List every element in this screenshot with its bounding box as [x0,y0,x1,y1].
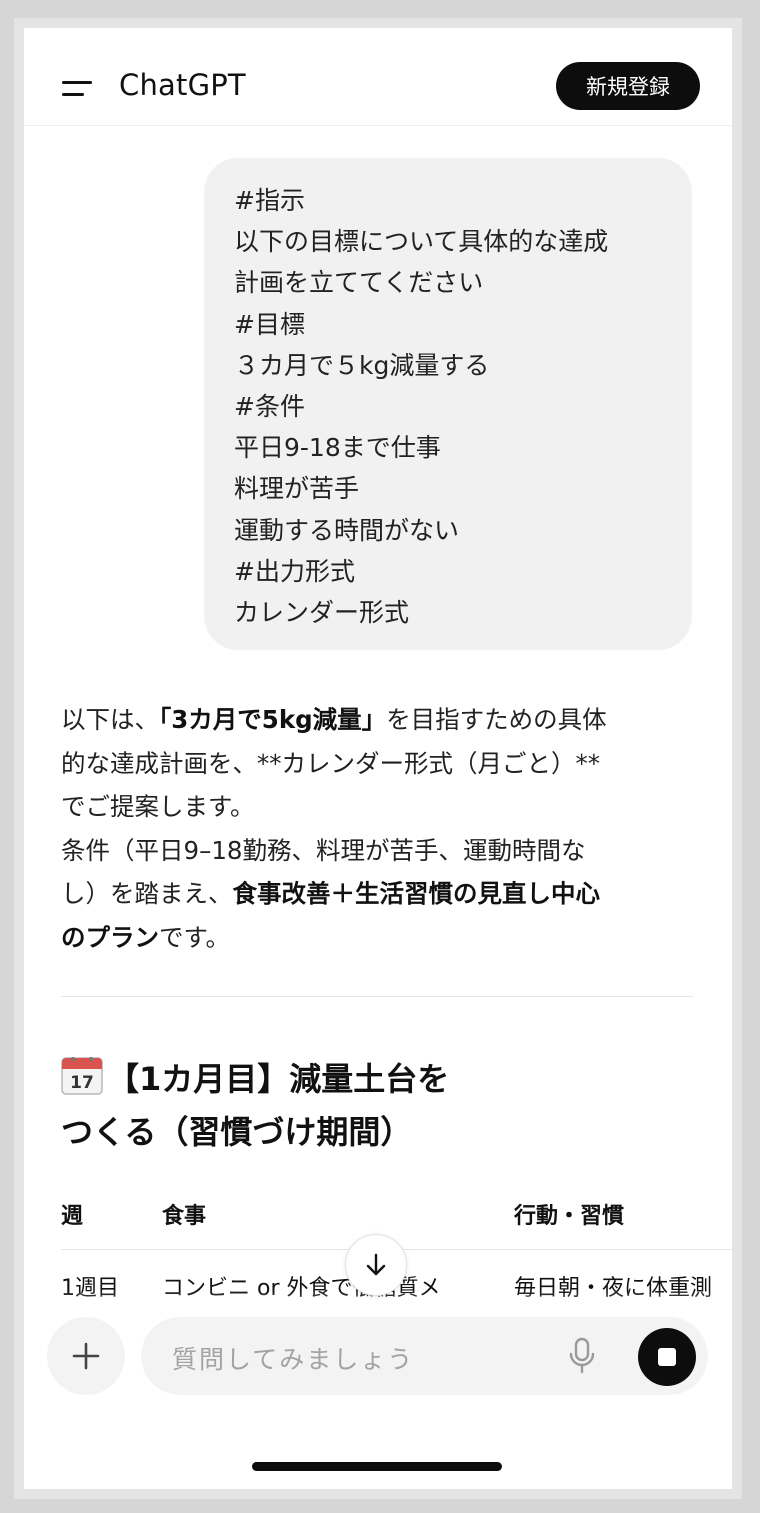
stop-icon [658,1348,676,1366]
app-title[interactable]: ChatGPT [119,68,246,102]
column-header-meal: 食事 [162,1204,207,1229]
message-input-placeholder[interactable]: 質問してみましょう [172,1340,414,1376]
response-bold-plan: 食事改善＋生活習慣の見直し中心 [232,879,601,908]
sidebar-menu-icon[interactable] [62,78,98,100]
response-text: です。 [159,922,231,952]
user-message-line: #条件 [234,392,305,422]
user-message-line: 料理が苦手 [234,474,360,504]
response-line: でご提案します。 [61,792,255,821]
plus-icon [72,1342,100,1370]
heading-line: つくる（習慣づけ期間） [61,1113,413,1151]
month1-heading: 17 【1カ月目】減量土台を つくる（習慣づけ期間） [61,1053,449,1159]
column-header-week: 週 [61,1204,84,1229]
response-line: し）を踏まえ、食事改善＋生活習慣の見直し中心 [61,872,701,916]
response-line: 的な達成計画を、**カレンダー形式（月ごと）** [61,748,600,778]
user-message-line: 以下の目標について具体的な達成 [234,227,609,257]
response-bold-plan: のプラン [61,922,159,952]
heading-text: 【1カ月目】減量土台を [107,1060,450,1098]
user-message-line: 運動する時間がない [234,515,460,545]
user-message-line: カレンダー形式 [234,598,410,628]
assistant-response: 以下は、「3カ月で5kg減量」を目指すための具体 的な達成計画を、**カレンダー… [61,698,701,959]
response-text: を目指すための具体 [386,705,607,734]
response-line: 条件（平日9–18勤務、料理が苦手、運動時間な [61,835,586,865]
column-header-habit: 行動・習慣 [514,1204,625,1229]
app-screen: ChatGPT 新規登録 #指示 以下の目標について具体的な達成 計画を立ててく… [24,28,732,1489]
response-bold-goal: 「3カ月で5kg減量」 [159,705,387,734]
microphone-icon[interactable] [568,1337,596,1375]
user-message-line: #目標 [234,309,305,339]
user-message-line: #指示 [234,186,305,215]
arrow-down-icon [366,1253,386,1276]
stop-generating-button[interactable] [638,1328,696,1386]
user-message-line: #出力形式 [234,556,355,586]
response-line: 以下は、「3カ月で5kg減量」を目指すための具体 [61,698,701,742]
signup-button[interactable]: 新規登録 [556,62,700,110]
home-indicator[interactable] [252,1462,502,1471]
user-message-line: 計画を立ててください [234,268,484,298]
response-text: 以下は、 [61,705,159,734]
top-bar: ChatGPT 新規登録 [24,28,732,126]
section-divider [61,996,693,997]
response-text: し）を踏まえ、 [61,879,233,908]
heading-line: 17 【1カ月目】減量土台を [61,1053,449,1106]
phone-frame: ChatGPT 新規登録 #指示 以下の目標について具体的な達成 計画を立ててく… [14,18,742,1499]
user-message-line: 平日9-18まで仕事 [234,433,441,463]
calendar-icon: 17 [61,1057,103,1095]
attach-button[interactable] [47,1317,125,1395]
user-message-bubble: #指示 以下の目標について具体的な達成 計画を立ててください #目標 ３カ月で５… [204,158,692,650]
scroll-to-bottom-button[interactable] [345,1234,407,1296]
calendar-icon-day: 17 [70,1073,94,1093]
response-line: のプランです。 [61,916,701,960]
user-message-line: ３カ月で５kg減量する [234,350,490,380]
